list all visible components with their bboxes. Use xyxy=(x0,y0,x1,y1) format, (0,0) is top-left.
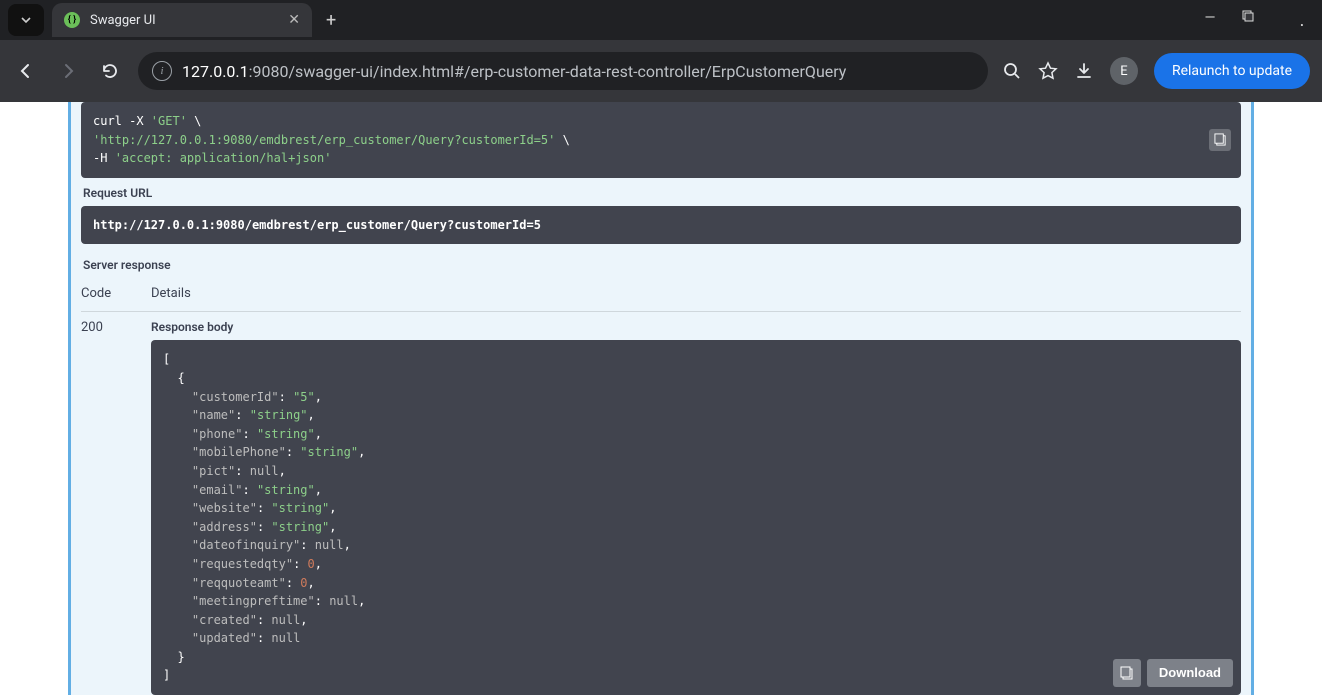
response-code: 200 xyxy=(81,318,151,695)
browser-tab[interactable]: { } Swagger UI ✕ xyxy=(52,3,312,37)
new-tab-button[interactable]: + xyxy=(320,10,342,31)
reload-icon xyxy=(100,61,120,81)
tab-bar: { } Swagger UI ✕ + — . xyxy=(0,0,1322,40)
curl-text: \ xyxy=(555,133,569,147)
search-icon[interactable] xyxy=(1002,61,1022,81)
curl-text: \ xyxy=(187,114,201,128)
download-response-button[interactable]: Download xyxy=(1147,659,1233,687)
response-body-json: [ { "customerId": "5", "name": "string",… xyxy=(163,350,1229,685)
swagger-favicon: { } xyxy=(64,12,80,28)
browser-toolbar: i 127.0.0.1:9080/swagger-ui/index.html#/… xyxy=(0,40,1322,102)
maximize-icon[interactable] xyxy=(1242,10,1262,31)
curl-snippet: curl -X 'GET' \ 'http://127.0.0.1:9080/e… xyxy=(81,102,1241,178)
url-bar[interactable]: i 127.0.0.1:9080/swagger-ui/index.html#/… xyxy=(138,52,988,90)
copy-response-button[interactable] xyxy=(1113,659,1141,687)
separator xyxy=(81,311,1241,312)
response-table-header: Code Details xyxy=(81,280,1241,311)
profile-avatar[interactable]: E xyxy=(1110,57,1138,85)
arrow-right-icon xyxy=(58,61,78,81)
swagger-operation-panel: curl -X 'GET' \ 'http://127.0.0.1:9080/e… xyxy=(68,102,1254,695)
site-info-icon[interactable]: i xyxy=(152,61,172,81)
code-column-header: Code xyxy=(81,286,151,301)
curl-text: curl -X xyxy=(93,114,151,128)
details-column-header: Details xyxy=(151,286,191,301)
reload-button[interactable] xyxy=(96,57,124,85)
tab-search-button[interactable] xyxy=(8,4,44,36)
request-url-value: http://127.0.0.1:9080/emdbrest/erp_custo… xyxy=(81,206,1241,245)
download-icon[interactable] xyxy=(1074,61,1094,81)
forward-button[interactable] xyxy=(54,57,82,85)
bookmark-icon[interactable] xyxy=(1038,61,1058,81)
chevron-down-icon xyxy=(20,14,32,26)
curl-url: 'http://127.0.0.1:9080/emdbrest/erp_cust… xyxy=(93,133,555,147)
window-controls: — . xyxy=(1200,10,1314,31)
clipboard-icon xyxy=(1214,133,1227,146)
request-url-label: Request URL xyxy=(81,178,1241,206)
close-window-icon[interactable]: . xyxy=(1292,10,1312,31)
response-row: 200 Response body [ { "customerId": "5",… xyxy=(81,318,1241,695)
url-port: :9080 xyxy=(249,62,289,81)
copy-curl-button[interactable] xyxy=(1209,129,1231,151)
relaunch-button[interactable]: Relaunch to update xyxy=(1154,53,1310,89)
browser-chrome: { } Swagger UI ✕ + — . i 127.0.0.1:9080/… xyxy=(0,0,1322,102)
minimize-icon[interactable]: — xyxy=(1200,10,1220,31)
response-body-box: [ { "customerId": "5", "name": "string",… xyxy=(151,340,1241,695)
url-host: 127.0.0.1 xyxy=(182,62,249,81)
arrow-left-icon xyxy=(16,61,36,81)
clipboard-icon xyxy=(1120,666,1134,680)
curl-accept: 'accept: application/hal+json' xyxy=(115,151,332,165)
close-tab-icon[interactable]: ✕ xyxy=(288,12,300,28)
url-text: 127.0.0.1:9080/swagger-ui/index.html#/er… xyxy=(182,62,846,81)
page-content: curl -X 'GET' \ 'http://127.0.0.1:9080/e… xyxy=(0,102,1322,695)
response-body-label: Response body xyxy=(151,318,1241,340)
curl-method: 'GET' xyxy=(151,114,187,128)
server-response-label: Server response xyxy=(81,244,1241,280)
url-path: /swagger-ui/index.html#/erp-customer-dat… xyxy=(288,62,846,81)
tab-title: Swagger UI xyxy=(90,13,156,28)
back-button[interactable] xyxy=(12,57,40,85)
toolbar-right: E Relaunch to update xyxy=(1002,53,1310,89)
curl-text: -H xyxy=(93,151,115,165)
